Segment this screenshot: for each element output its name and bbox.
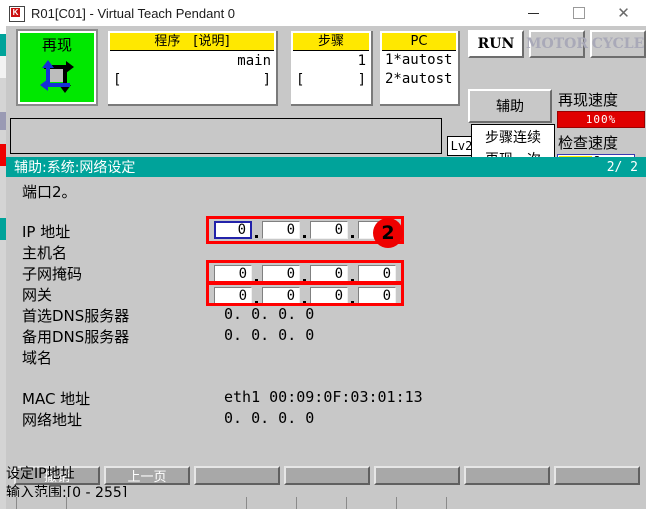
function-button-7[interactable] (554, 466, 640, 485)
step-brackets: [ ] (296, 71, 366, 89)
program-comment-brackets: [ ] (113, 71, 271, 89)
function-button-3[interactable] (194, 466, 280, 485)
lamp-cycle-label: CYCLE (591, 36, 645, 52)
ip-octet-2[interactable]: 0 (262, 221, 300, 239)
playback-speed-label: 再现速度 (558, 91, 619, 109)
pc-line-1: 1*autost (385, 52, 453, 68)
program-name: main (237, 53, 271, 69)
label-host-name: 主机名 (22, 244, 68, 262)
step-panel-body: 1 [ ] (293, 51, 369, 89)
function-button-4[interactable] (284, 466, 370, 485)
gateway-dot-1 (255, 301, 258, 304)
subnet-octet-2[interactable]: 0 (262, 265, 300, 283)
gateway-octet-3[interactable]: 0 (310, 287, 348, 305)
label-ip-address: IP 地址 (22, 223, 71, 241)
bracket-close: ] (357, 72, 366, 88)
minimize-button[interactable] (511, 0, 556, 26)
gateway-dot-2 (303, 301, 306, 304)
subnet-octet-4[interactable]: 0 (358, 265, 396, 283)
close-button[interactable]: ✕ (601, 0, 646, 26)
label-gateway: 网关 (22, 286, 53, 304)
lamp-cycle[interactable]: CYCLE (590, 30, 646, 58)
aux-button-label: 辅助 (496, 99, 524, 115)
step-panel-header: 步骤 (293, 33, 369, 51)
value-mac-address: eth1 00:09:0F:03:01:13 (224, 388, 423, 406)
gateway-dot-3 (351, 301, 354, 304)
status-line-1: 设定IP地址 (6, 466, 75, 482)
value-network-address: 0. 0. 0. 0 (224, 409, 315, 427)
function-button-5[interactable] (374, 466, 460, 485)
ip-octet-1[interactable]: 0 (214, 221, 252, 239)
breadcrumb-page: 2/ 2 (606, 159, 638, 175)
pc-panel-body: 1*autost 2*autost (382, 51, 456, 89)
pc-panel-header: PC (382, 33, 456, 51)
label-secondary-dns: 备用DNS服务器 (22, 328, 130, 346)
label-domain-name: 域名 (22, 349, 53, 367)
port-note: 端口2。 (22, 183, 77, 201)
subnet-dot-3 (351, 279, 354, 282)
background-window-row (6, 497, 646, 509)
step-panel[interactable]: 步骤 1 [ ] (291, 31, 371, 104)
pc-line-2: 2*autost (385, 71, 453, 87)
function-button-6[interactable] (464, 466, 550, 485)
breadcrumb-path: 辅助:系统:网络设定 (14, 160, 136, 176)
ip-dot-2 (303, 235, 306, 238)
title-bar: K R01[C01] - Virtual Teach Pendant 0 ✕ (0, 0, 646, 27)
breadcrumb: 辅助:系统:网络设定 2/ 2 (6, 157, 646, 177)
check-speed-label: 检查速度 (558, 134, 619, 152)
network-settings-form: 端口2。 IP 地址 主机名 子网掩码 网关 首选DNS服务器 备用DNS服务器… (6, 177, 646, 459)
lamp-run-label: RUN (477, 36, 515, 52)
gateway-octet-2[interactable]: 0 (262, 287, 300, 305)
ip-dot-3 (351, 235, 354, 238)
gateway-octet-1[interactable]: 0 (214, 287, 252, 305)
annotation-badge-2: 2 (373, 218, 403, 248)
lamp-run[interactable]: RUN (468, 30, 524, 58)
subnet-octet-1[interactable]: 0 (214, 265, 252, 283)
value-secondary-dns: 0. 0. 0. 0 (224, 326, 315, 344)
program-panel[interactable]: 程序 [说明] main [ ] (108, 31, 276, 104)
window-title: R01[C01] - Virtual Teach Pendant 0 (31, 5, 236, 21)
subnet-octet-3[interactable]: 0 (310, 265, 348, 283)
window-controls: ✕ (511, 0, 646, 26)
playback-speed-value: 100% (557, 111, 645, 128)
label-primary-dns: 首选DNS服务器 (22, 307, 130, 325)
label-subnet-mask: 子网掩码 (22, 265, 83, 283)
pendant-surface: 再现 程序 [说明] main [] 步骤 1 [] PC 1*autost… (0, 26, 646, 509)
program-panel-body: main [ ] (110, 51, 274, 89)
label-network-address: 网络地址 (22, 411, 83, 429)
background-window-sliver (0, 26, 6, 509)
program-panel-header: 程序 [说明] (110, 33, 274, 51)
lamp-motor[interactable]: MOTOR (526, 30, 588, 58)
value-primary-dns: 0. 0. 0. 0 (224, 305, 315, 323)
cycle-arrows-icon (36, 57, 78, 95)
mode-indicator-playback[interactable]: 再现 (18, 31, 96, 104)
step-number: 1 (357, 53, 366, 69)
app-icon: K (8, 5, 25, 22)
lamp-motor-label: MOTOR (526, 36, 588, 52)
bracket-open: [ (113, 72, 122, 88)
label-mac-address: MAC 地址 (22, 390, 91, 408)
message-box (10, 118, 442, 154)
aux-button[interactable]: 辅助 (468, 89, 552, 123)
pc-panel[interactable]: PC 1*autost 2*autost (380, 31, 458, 104)
bracket-open: [ (296, 72, 305, 88)
mode-label: 再现 (41, 36, 72, 54)
ip-octet-3[interactable]: 0 (310, 221, 348, 239)
pendant-header: 再现 程序 [说明] main [] 步骤 1 [] PC 1*autost… (6, 26, 646, 183)
gateway-octet-4[interactable]: 0 (358, 287, 396, 305)
maximize-button[interactable] (556, 0, 601, 26)
teach-pendant-window: K R01[C01] - Virtual Teach Pendant 0 ✕ 再… (0, 0, 646, 509)
subnet-dot-1 (255, 279, 258, 282)
subnet-dot-2 (303, 279, 306, 282)
ip-dot-1 (255, 235, 258, 238)
bracket-close: ] (262, 72, 271, 88)
cycle-mode-line-1: 步骤连续 (485, 130, 541, 146)
